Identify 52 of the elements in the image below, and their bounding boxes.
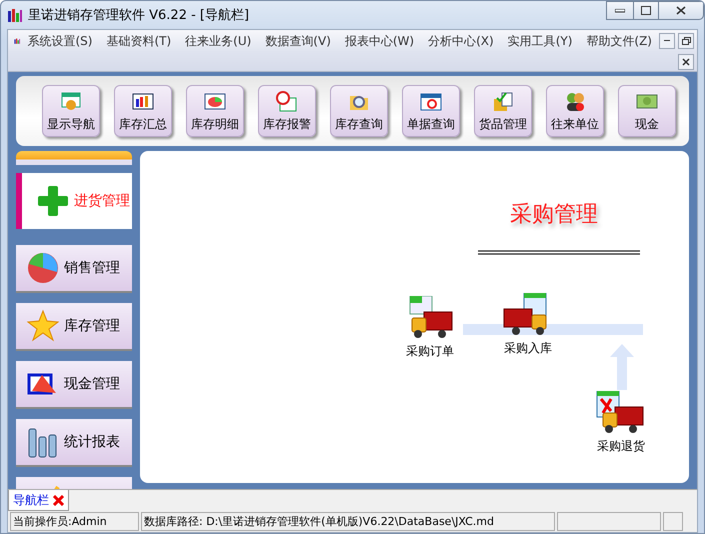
sidebar-item[interactable]: 库存管理 <box>16 303 132 351</box>
menu-item[interactable]: 分析中心(X) <box>421 31 501 51</box>
menu-item[interactable]: 基础资料(T) <box>99 31 178 51</box>
close-icon <box>676 6 686 15</box>
minimize-icon <box>664 40 670 42</box>
toolbar-button[interactable]: 货品管理 <box>474 85 532 137</box>
up-arrow-icon <box>610 344 634 390</box>
menu-item[interactable]: 帮助文件(Z) <box>579 31 659 51</box>
minimize-button[interactable] <box>659 33 675 49</box>
toolbar-icon <box>59 90 83 112</box>
document-tab[interactable]: 导航栏 <box>8 490 69 511</box>
toolbar-button[interactable]: 库存汇总 <box>114 85 172 137</box>
toolbar-button[interactable]: 显示导航 <box>42 85 100 137</box>
menu-item[interactable]: 往来业务(U) <box>178 31 258 51</box>
flow-node-label[interactable]: 采购入库 <box>504 340 552 357</box>
maximize-button[interactable] <box>633 1 659 20</box>
menu-item[interactable]: 实用工具(Y) <box>500 31 580 51</box>
close-button[interactable] <box>658 1 704 20</box>
sidebar-icon <box>36 184 70 218</box>
close-icon <box>53 494 64 506</box>
menu-item[interactable]: 数据查询(V) <box>258 31 338 51</box>
status-text: 数据库路径: D:\里诺进销存管理软件(单机版)V6.22\DataBase\JXC.md <box>141 512 555 531</box>
resize-grip[interactable] <box>663 512 683 531</box>
close-icon <box>682 58 690 66</box>
menu-item[interactable]: 报表中心(W) <box>338 31 422 51</box>
sidebar-icon <box>26 251 60 285</box>
panel-title: 采购管理 <box>510 201 598 229</box>
close-button[interactable] <box>678 54 694 70</box>
app-logo-icon <box>7 7 23 23</box>
sidebar-item[interactable]: 现金管理 <box>16 361 132 409</box>
sidebar-item[interactable]: 进货管理 <box>16 173 132 229</box>
window-title: 里诺进销存管理软件 V6.22 - [导航栏] <box>28 7 250 24</box>
toolbar-button[interactable]: 单据查询 <box>402 85 460 137</box>
restore-icon <box>682 37 690 45</box>
toolbar-button[interactable]: 库存明细 <box>186 85 244 137</box>
toolbar-button[interactable]: 库存查询 <box>330 85 388 137</box>
restore-button[interactable] <box>678 33 694 49</box>
toolbar-button[interactable]: 往来单位 <box>546 85 604 137</box>
minimize-icon <box>615 8 625 12</box>
maximize-icon <box>641 6 651 15</box>
status-text: 当前操作员:Admin <box>10 512 139 531</box>
toolbar-button[interactable]: 现金 <box>618 85 676 137</box>
toolbar-icon <box>275 90 299 112</box>
toolbar-button[interactable]: 库存报警 <box>258 85 316 137</box>
sidebar-item[interactable]: 统计报表 <box>16 419 132 467</box>
menu-item[interactable]: 系统设置(S) <box>20 31 100 51</box>
sidebar-item[interactable]: 销售管理 <box>16 245 132 293</box>
flow-node-label[interactable]: 采购退货 <box>597 438 645 455</box>
sidebar-icon <box>26 309 60 343</box>
toolbar-icon <box>491 90 515 112</box>
flow-node-label[interactable]: 采购订单 <box>406 343 454 360</box>
minimize-button[interactable] <box>606 1 634 20</box>
